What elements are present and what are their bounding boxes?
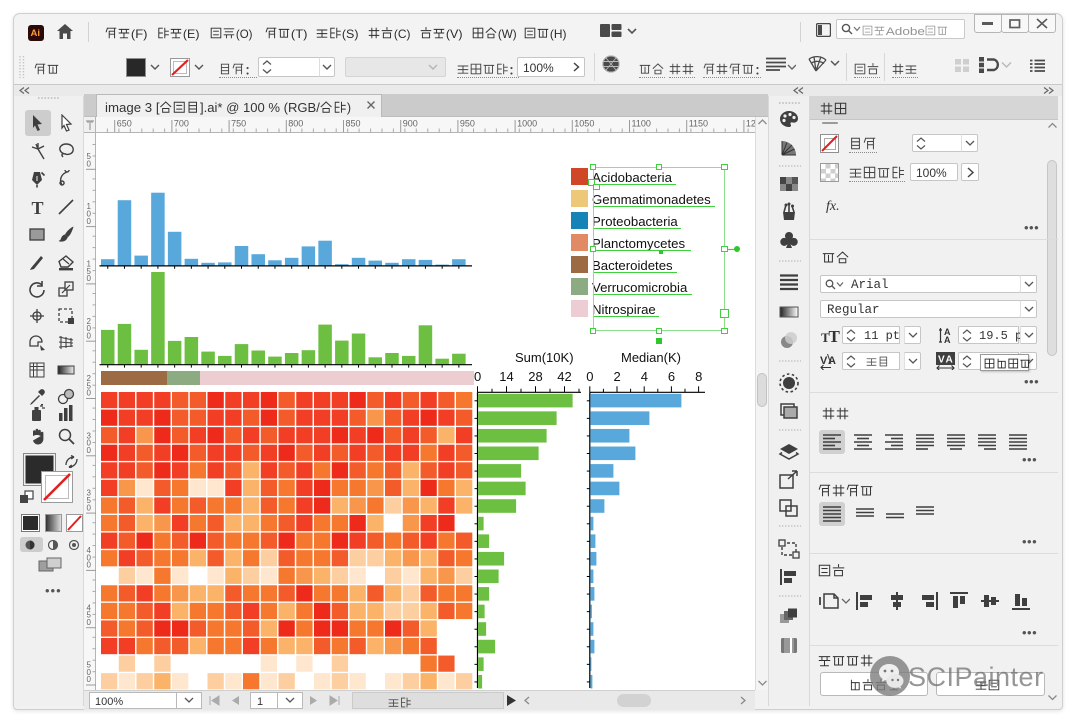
svg-text:0: 0 bbox=[87, 446, 92, 455]
svg-text:(S): (S) bbox=[342, 27, 359, 41]
svg-text:(V): (V) bbox=[446, 27, 463, 41]
svg-text:950: 950 bbox=[460, 119, 475, 129]
svg-text:0: 0 bbox=[87, 331, 92, 340]
svg-text:T: T bbox=[829, 328, 841, 343]
svg-text:(W): (W) bbox=[498, 27, 517, 41]
svg-text:0: 0 bbox=[87, 618, 92, 627]
svg-text:].ai* @ 100 % (RGB/: ].ai* @ 100 % (RGB/ bbox=[200, 101, 320, 115]
svg-text:0: 0 bbox=[87, 160, 92, 169]
svg-text:0: 0 bbox=[87, 561, 92, 570]
svg-text:): ) bbox=[347, 101, 351, 115]
svg-text:(T): (T) bbox=[291, 27, 308, 41]
svg-text:A: A bbox=[946, 355, 953, 366]
svg-text:image 3 [: image 3 [ bbox=[105, 101, 160, 115]
svg-text:(F): (F) bbox=[131, 27, 148, 41]
svg-text:0: 0 bbox=[87, 675, 92, 684]
svg-text:Adobe: Adobe bbox=[886, 26, 925, 38]
svg-text:1150: 1150 bbox=[689, 119, 708, 129]
svg-text:750: 750 bbox=[231, 119, 246, 129]
svg-text:1000: 1000 bbox=[517, 119, 537, 129]
svg-text:V: V bbox=[820, 355, 828, 367]
svg-text:(H): (H) bbox=[550, 27, 567, 41]
svg-text:A: A bbox=[944, 335, 951, 344]
svg-text:0: 0 bbox=[87, 217, 92, 226]
svg-text:A: A bbox=[828, 355, 836, 367]
svg-text:(E): (E) bbox=[183, 27, 200, 41]
svg-text:900: 900 bbox=[403, 119, 418, 129]
svg-text:700: 700 bbox=[174, 119, 189, 129]
svg-text:1200: 1200 bbox=[746, 119, 755, 129]
svg-text:0: 0 bbox=[87, 274, 92, 283]
svg-text:T: T bbox=[31, 198, 43, 217]
svg-text:800: 800 bbox=[288, 119, 303, 129]
svg-text:1050: 1050 bbox=[574, 119, 594, 129]
svg-text:650: 650 bbox=[117, 119, 132, 129]
svg-text:1100: 1100 bbox=[632, 119, 651, 129]
svg-text:(C): (C) bbox=[394, 27, 411, 41]
svg-text:0: 0 bbox=[87, 503, 92, 512]
svg-text:(O): (O) bbox=[236, 27, 253, 41]
svg-text:850: 850 bbox=[346, 119, 361, 129]
svg-text:0: 0 bbox=[87, 389, 92, 398]
svg-text:V: V bbox=[938, 355, 945, 366]
